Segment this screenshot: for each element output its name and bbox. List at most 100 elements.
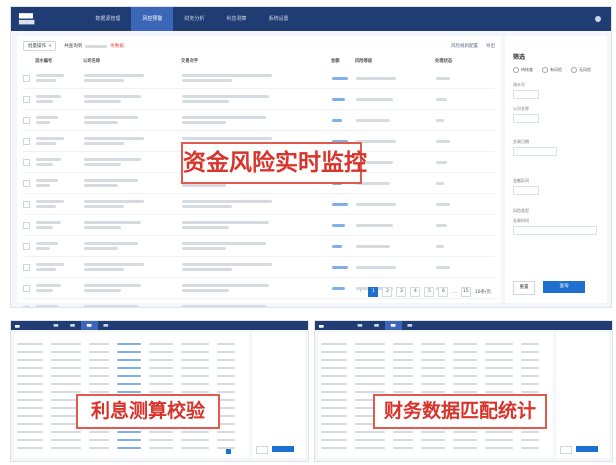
sub1-page-indicator[interactable] (226, 449, 231, 454)
nav-item-1[interactable]: 数据源管理 (84, 7, 131, 31)
nav-item-4[interactable]: 利息测算 (215, 7, 257, 31)
nav-item-2[interactable]: 风控预警 (131, 7, 174, 31)
page-5[interactable]: 5 (424, 287, 435, 297)
radio-norisk[interactable]: 无风险 (571, 67, 591, 73)
sub2-nav-3[interactable]: ▆▆ (384, 321, 402, 330)
sub2-reset-button[interactable] (560, 446, 572, 454)
page-2[interactable]: 2 (382, 287, 393, 297)
table-cell (356, 181, 436, 185)
table-row[interactable] (23, 236, 495, 257)
col-risk: 风险等级 (355, 59, 373, 64)
sub1-nav-1[interactable]: ▆▆ (48, 321, 65, 330)
sub1-nav-2[interactable]: ▆▆ (64, 321, 81, 330)
table-row[interactable] (23, 299, 495, 307)
sub2-filter-actions (560, 446, 598, 454)
filter-field-time: 交易时间 (513, 218, 597, 235)
table-row (321, 380, 550, 388)
table-cell (84, 158, 182, 166)
row-checkbox[interactable] (23, 221, 30, 229)
sub1-nav-4[interactable]: ▆▆ (98, 321, 115, 330)
table-cell (436, 76, 476, 80)
table-cell (332, 118, 356, 122)
row-checkbox[interactable] (23, 305, 30, 307)
filter-field-serial: 流水号 (513, 82, 539, 99)
amount-input[interactable] (513, 186, 539, 195)
col-status: 处理状态 (435, 59, 453, 64)
table-cell (182, 200, 332, 208)
page-last[interactable]: 15 (460, 287, 471, 297)
sub2-nav-2[interactable]: ▆▆ (368, 321, 385, 330)
radio-pending[interactable]: 待核查 (513, 67, 533, 73)
table-row (17, 436, 246, 444)
serial-input[interactable] (513, 90, 539, 99)
table-row[interactable] (23, 257, 495, 278)
row-checkbox[interactable] (23, 95, 30, 103)
summary-suffix: 条数据 (110, 44, 124, 49)
table-cell (182, 221, 332, 229)
row-checkbox[interactable] (23, 263, 30, 271)
table-row (17, 356, 246, 364)
reset-button[interactable]: 重置 (513, 281, 535, 295)
company-input[interactable] (513, 114, 539, 123)
sub1-reset-button[interactable] (256, 446, 268, 454)
user-icon[interactable] (595, 16, 601, 22)
sub1-query-button[interactable] (272, 446, 294, 452)
table-row (17, 348, 246, 356)
nav-item-5[interactable]: 系统设置 (257, 7, 299, 31)
table-cell (436, 139, 476, 143)
row-checkbox[interactable] (23, 116, 30, 124)
page-3[interactable]: 3 (396, 287, 407, 297)
table-row[interactable] (23, 215, 495, 236)
sub1-logo: ▆▆ (15, 323, 20, 328)
row-checkbox[interactable] (23, 137, 30, 145)
sub1-caption: 利息测算校验 (76, 394, 220, 429)
sub1-nav-3[interactable]: ▆▆ (80, 321, 98, 330)
row-checkbox[interactable] (23, 200, 30, 208)
table-row (321, 436, 550, 444)
table-row (17, 380, 246, 388)
sub2-nav-1[interactable]: ▆▆ (352, 321, 369, 330)
rule-config-link[interactable]: 风险规则配置 (451, 43, 478, 49)
nav-item-3[interactable]: 财务分析 (173, 7, 215, 31)
prev-page-icon[interactable]: ‹ (356, 288, 364, 296)
pagination: ‹ 1 2 3 4 5 6 ... 15 10条/页 (356, 287, 491, 297)
time-range-input[interactable] (513, 226, 597, 235)
table-row (321, 356, 550, 364)
date-input[interactable] (513, 147, 557, 156)
page-6[interactable]: 6 (438, 287, 449, 297)
page-1[interactable]: 1 (368, 287, 379, 297)
page-4[interactable]: 4 (410, 287, 421, 297)
row-checkbox[interactable] (23, 284, 30, 292)
table-cell (84, 263, 182, 271)
filter-field-amount: 金额区间 (513, 178, 539, 195)
sub2-nav-bar: ▆▆ ▆▆ ▆▆ ▆▆ ▆▆ (315, 321, 612, 330)
query-button[interactable]: 查询 (543, 281, 585, 293)
row-checkbox[interactable] (23, 179, 30, 187)
row-checkbox[interactable] (23, 242, 30, 250)
table-row[interactable] (23, 68, 495, 89)
sub2-caption: 财务数据匹配统计 (373, 394, 547, 429)
table-cell (332, 76, 356, 80)
table-cell (332, 97, 356, 101)
page-size-select[interactable]: 10条/页 (475, 289, 491, 295)
table-cell (182, 116, 332, 124)
table-cell (84, 284, 182, 292)
table-row[interactable] (23, 89, 495, 110)
sub2-nav-4[interactable]: ▆▆ (402, 321, 419, 330)
row-checkbox[interactable] (23, 158, 30, 166)
table-row (321, 364, 550, 372)
summary-prefix: 共查询到 (64, 44, 83, 49)
table-cell (356, 265, 436, 269)
table-row[interactable] (23, 110, 495, 131)
batch-select[interactable]: 批量操作 ▾ (23, 41, 57, 51)
sub1-nav-bar: ▆▆ ▆▆ ▆▆ ▆▆ ▆▆ (11, 321, 308, 330)
table-row[interactable] (23, 194, 495, 215)
table-cell (182, 305, 332, 307)
table-cell (84, 242, 182, 250)
row-checkbox[interactable] (23, 74, 30, 82)
sub2-query-button[interactable] (576, 446, 598, 452)
radio-risk[interactable]: 有风险 (542, 67, 562, 73)
export-link[interactable]: 导出 (486, 43, 495, 49)
table-cell (36, 116, 84, 124)
table-cell (436, 223, 476, 227)
